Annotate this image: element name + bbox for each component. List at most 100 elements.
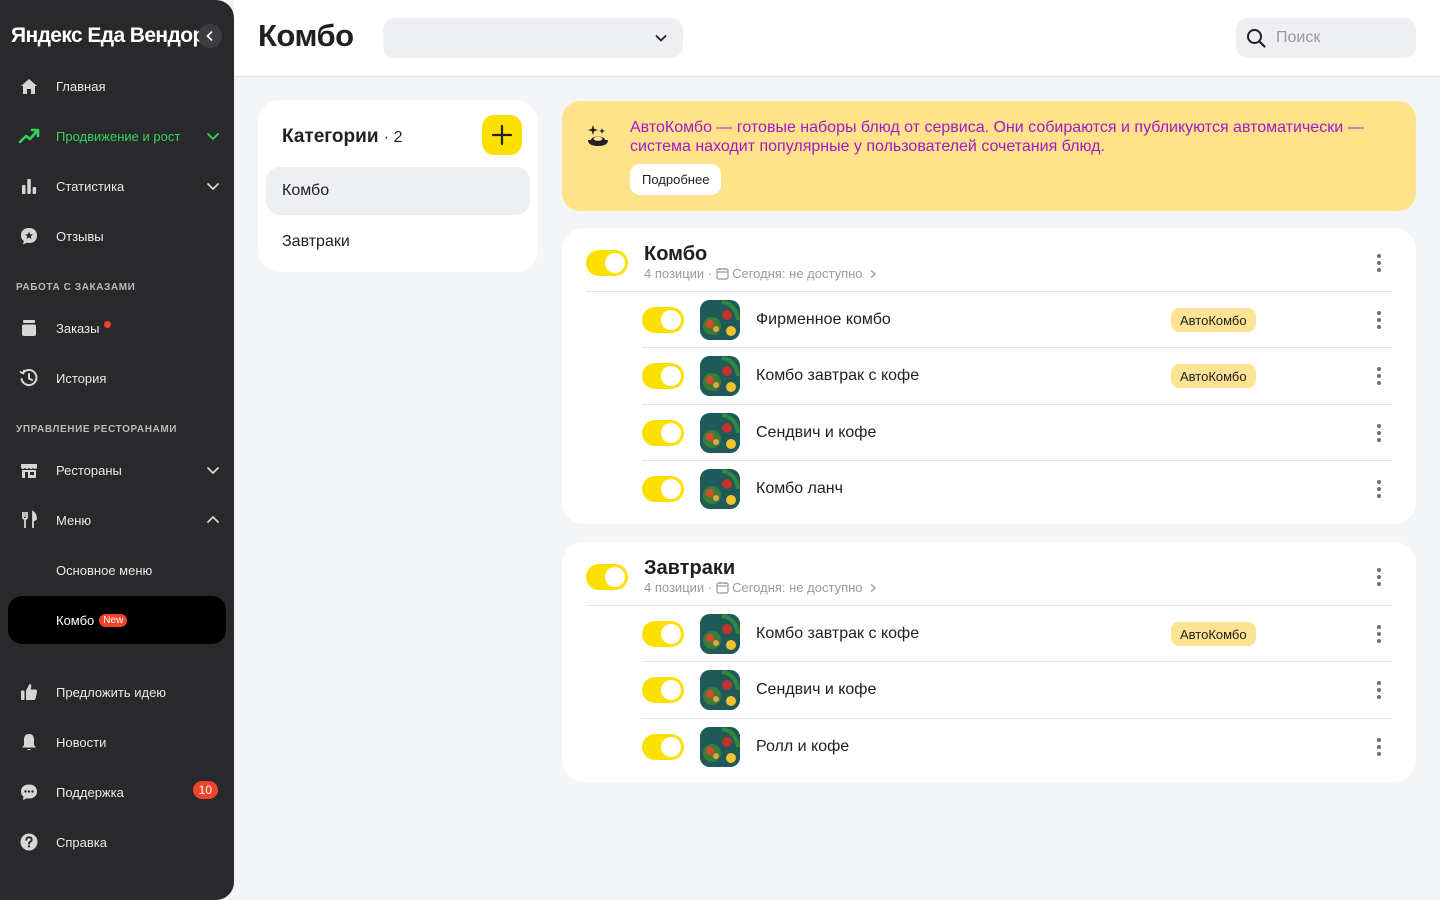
chevron-down-icon: [207, 183, 219, 191]
bell-icon: [17, 730, 41, 754]
chat-icon: [17, 780, 41, 804]
group-meta[interactable]: 4 позиции · Сегодня: не доступно: [644, 580, 878, 595]
item-toggle[interactable]: [642, 476, 684, 502]
sidebar-item-help[interactable]: Справка: [8, 818, 226, 866]
group-availability: Сегодня: не доступно: [732, 580, 863, 595]
support-count-badge: 10: [192, 781, 218, 799]
sidebar-item-combo[interactable]: Комбо New: [8, 596, 226, 644]
categories-title: Категории · 2: [282, 126, 402, 148]
combo-group-combo: Комбо 4 позиции · Сегодня: не доступно Ф…: [562, 228, 1416, 524]
dish-name: Сендвич и кофе: [756, 424, 877, 441]
more-vertical-icon[interactable]: [1374, 680, 1384, 700]
more-vertical-icon[interactable]: [1374, 423, 1384, 443]
dish-name: Сендвич и кофе: [756, 681, 877, 698]
sidebar-item-label: Меню: [56, 512, 92, 528]
category-item-combo[interactable]: Комбо: [266, 167, 530, 215]
sidebar-item-history[interactable]: История: [8, 354, 226, 402]
sidebar-item-label: Главная: [56, 78, 106, 94]
item-toggle[interactable]: [642, 734, 684, 760]
chevron-left-icon: [206, 31, 213, 41]
add-category-button[interactable]: [482, 115, 522, 155]
more-vertical-icon[interactable]: [1374, 737, 1384, 757]
bar-chart-icon: [17, 174, 41, 198]
sidebar-item-idea[interactable]: Предложить идею: [8, 668, 226, 716]
sidebar-item-menu[interactable]: Меню: [8, 496, 226, 544]
item-toggle[interactable]: [642, 677, 684, 703]
page-title: Комбо: [258, 18, 354, 53]
autocombo-badge: АвтоКомбо: [1171, 622, 1256, 646]
trending-up-icon: [17, 124, 41, 148]
sidebar-item-stats[interactable]: Статистика: [8, 162, 226, 210]
group-meta[interactable]: 4 позиции · Сегодня: не доступно: [644, 266, 878, 281]
banner-text: АвтоКомбо — готовые наборы блюд от серви…: [630, 119, 1364, 155]
divider: [586, 605, 1392, 606]
item-toggle[interactable]: [642, 420, 684, 446]
group-toggle[interactable]: [586, 250, 628, 276]
combo-group-breakfast: Завтраки 4 позиции · Сегодня: не доступн…: [562, 542, 1416, 782]
group-availability: Сегодня: не доступно: [732, 266, 863, 281]
autocombo-badge: АвтоКомбо: [1171, 364, 1256, 388]
more-vertical-icon[interactable]: [1374, 624, 1384, 644]
review-star-icon: [17, 224, 41, 248]
sidebar-item-promotion[interactable]: Продвижение и рост: [8, 112, 226, 160]
search-icon: [1247, 29, 1266, 48]
sidebar-item-reviews[interactable]: Отзывы: [8, 212, 226, 260]
categories-count: · 2: [383, 129, 403, 146]
history-icon: [17, 366, 41, 390]
dish-thumbnail: [700, 614, 740, 654]
divider: [642, 718, 1392, 719]
fork-knife-icon: [17, 508, 41, 532]
more-vertical-icon[interactable]: [1374, 310, 1384, 330]
dish-thumbnail: [700, 670, 740, 710]
new-badge: New: [99, 613, 128, 627]
sidebar-item-label: Справка: [56, 834, 107, 850]
category-item-breakfast[interactable]: Завтраки: [266, 218, 530, 266]
sidebar-item-main-menu[interactable]: Основное меню: [8, 546, 226, 594]
chevron-down-icon: [655, 35, 667, 42]
divider: [642, 347, 1392, 348]
item-toggle[interactable]: [642, 363, 684, 389]
sidebar-item-label: Заказы: [56, 320, 100, 336]
restaurant-select[interactable]: [383, 18, 683, 58]
dish-name: Комбо завтрак с кофе: [756, 625, 920, 642]
sidebar-item-label: Комбо: [56, 612, 95, 628]
page-header: Комбо: [234, 0, 1440, 77]
autocombo-badge: АвтоКомбо: [1171, 308, 1256, 332]
dish-name: Ролл и кофе: [756, 738, 850, 755]
item-toggle[interactable]: [642, 307, 684, 333]
more-vertical-icon[interactable]: [1374, 567, 1384, 587]
sidebar-item-label: Статистика: [56, 178, 125, 194]
thumbs-up-icon: [17, 680, 41, 704]
sidebar-item-home[interactable]: Главная: [8, 62, 226, 110]
chevron-right-icon: [870, 269, 876, 278]
sidebar-item-label: История: [56, 370, 107, 386]
collapse-sidebar-button[interactable]: [198, 24, 222, 48]
divider: [642, 460, 1392, 461]
orders-icon: [17, 316, 41, 340]
sidebar-item-restaurants[interactable]: Рестораны: [8, 446, 226, 494]
home-icon: [17, 74, 41, 98]
divider: [642, 404, 1392, 405]
more-vertical-icon[interactable]: [1374, 366, 1384, 386]
categories-title-text: Категории: [282, 126, 379, 147]
item-toggle[interactable]: [642, 621, 684, 647]
group-toggle[interactable]: [586, 564, 628, 590]
notification-dot: [104, 320, 112, 328]
chevron-down-icon: [207, 133, 219, 141]
sidebar-item-label: Предложить идею: [56, 684, 167, 700]
sidebar-item-news[interactable]: Новости: [8, 718, 226, 766]
sidebar-item-orders[interactable]: Заказы: [8, 304, 226, 352]
divider: [586, 291, 1392, 292]
learn-more-button[interactable]: Подробнее: [630, 164, 722, 195]
more-vertical-icon[interactable]: [1374, 253, 1384, 273]
dish-thumbnail: [700, 727, 740, 767]
sidebar-item-support[interactable]: Поддержка 10: [8, 768, 226, 816]
dish-thumbnail: [700, 413, 740, 453]
more-vertical-icon[interactable]: [1374, 479, 1384, 499]
sidebar-item-label: Продвижение и рост: [56, 128, 181, 144]
sidebar-item-label: Поддержка: [56, 784, 124, 800]
search-box: [1236, 18, 1416, 58]
sidebar: Яндекс Еда Вендор Главная Продвижение и …: [0, 0, 234, 900]
search-input[interactable]: [1276, 29, 1396, 47]
sidebar-item-label: Отзывы: [56, 228, 104, 244]
